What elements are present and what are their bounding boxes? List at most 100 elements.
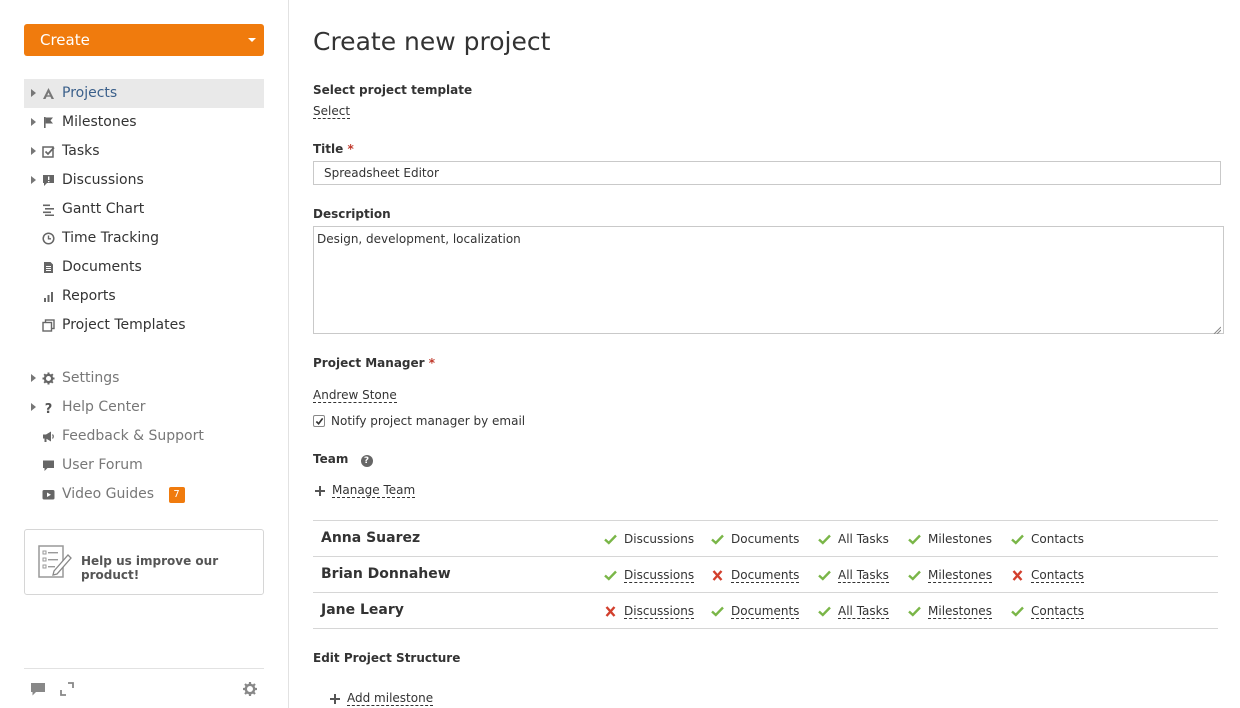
project-manager-label: Project Manager * [313,356,435,370]
permission-milestones[interactable]: Milestones [908,568,992,583]
manage-team-label: Manage Team [332,483,416,498]
sidebar-nav: Projects Milestones Tasks Discussions Ga… [24,79,264,509]
expand-arrow-icon[interactable] [31,403,36,411]
sidebar-item-feedback-support[interactable]: Feedback & Support [24,422,264,451]
sidebar-item-label: Help Center [62,399,146,415]
project-manager-link[interactable]: Andrew Stone [313,388,397,403]
sidebar-item-label: Tasks [62,143,100,159]
add-milestone-button[interactable]: Add milestone [329,691,434,706]
sidebar-item-label: User Forum [62,457,143,473]
main-content: Create new project Select project templa… [313,0,1224,708]
expand-arrow-icon[interactable] [31,147,36,155]
add-milestone-label: Add milestone [347,691,434,706]
help-improve-text: Help us improve our product! [81,554,219,582]
permission-discussions[interactable]: Discussions [604,604,695,619]
sidebar-item-discussions[interactable]: Discussions [24,166,264,195]
permission-documents[interactable]: Documents [711,604,800,619]
permission-contacts[interactable]: Contacts [1011,604,1084,619]
cross-icon [712,570,723,581]
permission-label: All Tasks [838,568,889,583]
sidebar-item-label: Project Templates [62,317,186,333]
document-icon [42,261,55,274]
permission-milestones[interactable]: Milestones [908,604,992,619]
template-label: Select project template [313,83,473,97]
member-name: Anna Suarez [321,530,421,546]
check-icon [711,534,724,545]
sidebar-item-projects[interactable]: Projects [24,79,264,108]
chat-icon[interactable] [30,681,46,697]
sidebar-item-user-forum[interactable]: User Forum [24,451,264,480]
gear-icon[interactable] [242,681,258,697]
check-icon [908,570,921,581]
description-textarea[interactable]: Design, development, localization [313,226,1224,335]
permission-label: Documents [731,604,800,619]
gantt-icon [42,203,55,216]
sidebar-item-documents[interactable]: Documents [24,253,264,282]
permission-discussions[interactable]: Discussions [604,568,695,583]
permission-documents[interactable]: Documents [711,532,799,546]
required-marker: * [428,356,436,370]
help-improve-box[interactable]: Help us improve our product! [24,529,264,595]
sidebar-item-reports[interactable]: Reports [24,282,264,311]
sidebar-item-label: Feedback & Support [62,428,204,444]
help-question-icon[interactable]: ? [360,455,373,467]
expand-icon[interactable] [59,681,75,697]
sidebar-item-label: Documents [62,259,142,275]
sidebar-item-project-templates[interactable]: Project Templates [24,311,264,340]
permission-label: All Tasks [838,604,889,619]
check-icon [818,570,831,581]
sidebar-footer [24,668,264,708]
permission-label: Contacts [1031,532,1084,546]
check-icon [1011,534,1024,545]
sidebar-item-gantt-chart[interactable]: Gantt Chart [24,195,264,224]
check-icon [818,606,831,617]
permission-milestones[interactable]: Milestones [908,532,992,546]
permission-label: All Tasks [838,532,889,546]
select-template-link[interactable]: Select [313,104,351,119]
megaphone-icon [42,430,55,443]
description-label: Description [313,207,391,221]
team-row: Anna Suarez Discussions Documents All Ta… [313,521,1218,557]
sidebar-item-video-guides[interactable]: Video Guides 7 [24,480,264,509]
check-icon [604,570,617,581]
sidebar-item-time-tracking[interactable]: Time Tracking [24,224,264,253]
permission-label: Milestones [928,532,992,546]
permission-all-tasks[interactable]: All Tasks [818,568,889,583]
resize-grip-icon[interactable] [1213,323,1222,335]
reports-icon [42,290,55,303]
chevron-down-icon [248,38,256,42]
create-button[interactable]: Create [24,24,264,56]
title-input[interactable]: Spreadsheet Editor [313,161,1221,185]
permission-all-tasks[interactable]: All Tasks [818,532,889,546]
team-row: Jane Leary Discussions Documents All Tas… [313,593,1218,629]
plus-icon [329,693,341,705]
permission-contacts[interactable]: Contacts [1011,568,1084,583]
manage-team-button[interactable]: Manage Team [314,483,416,498]
check-icon [908,606,921,617]
sidebar-item-milestones[interactable]: Milestones [24,108,264,137]
create-button-label: Create [40,31,90,49]
sidebar-item-label: Video Guides [62,486,155,502]
team-label: Team ? [313,452,373,467]
expand-arrow-icon[interactable] [31,374,36,382]
sidebar-item-help-center[interactable]: ? Help Center [24,393,264,422]
description-text: Design, development, localization [317,232,521,246]
permission-all-tasks[interactable]: All Tasks [818,604,889,619]
check-icon [908,534,921,545]
expand-arrow-icon[interactable] [31,118,36,126]
permission-discussions[interactable]: Discussions [604,532,694,546]
sidebar-item-settings[interactable]: Settings [24,364,264,393]
project-manager-label-text: Project Manager [313,356,425,370]
notify-checkbox[interactable] [313,415,325,427]
permission-contacts[interactable]: Contacts [1011,532,1084,546]
expand-arrow-icon[interactable] [31,89,36,97]
svg-text:?: ? [45,402,53,414]
project-structure-label: Edit Project Structure [313,651,461,665]
expand-arrow-icon[interactable] [31,176,36,184]
sidebar-item-tasks[interactable]: Tasks [24,137,264,166]
permission-label: Discussions [624,568,695,583]
permission-documents[interactable]: Documents [711,568,800,583]
gear-icon [42,372,55,385]
notify-row: Notify project manager by email [313,414,525,428]
